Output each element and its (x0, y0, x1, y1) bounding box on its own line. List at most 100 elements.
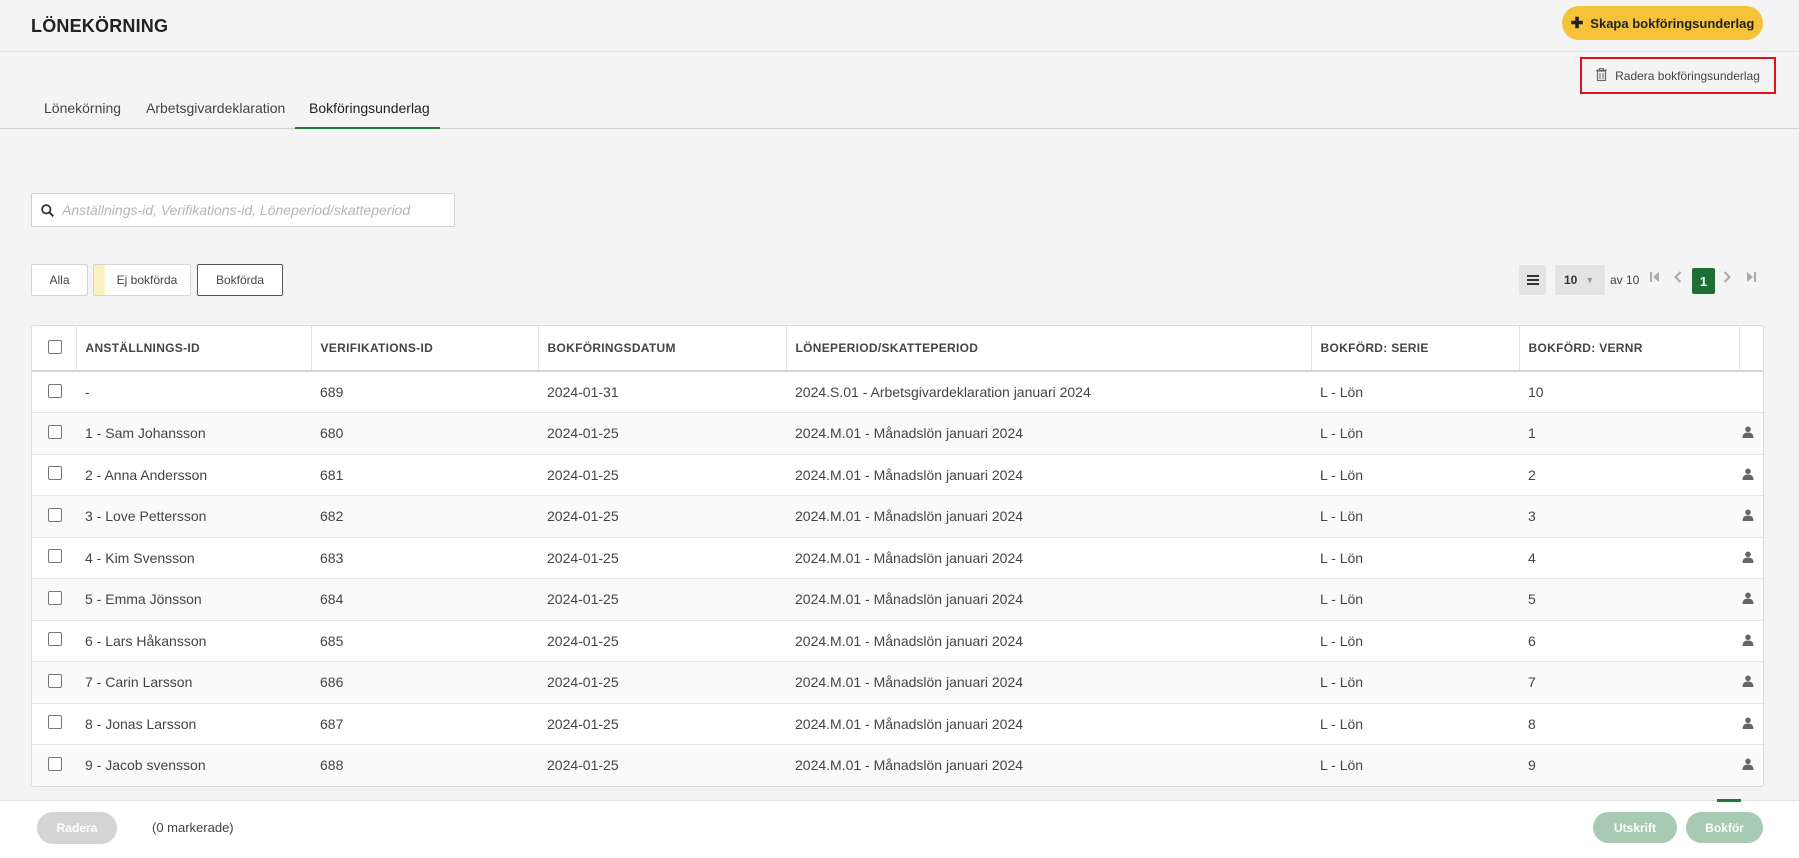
cell-vernr: 4 (1519, 537, 1739, 579)
cell-verification: 685 (311, 620, 538, 662)
cell-period: 2024.S.01 - Arbetsgivardeklaration janua… (786, 371, 1311, 413)
cell-period: 2024.M.01 - Månadslön januari 2024 (786, 537, 1311, 579)
first-page-icon[interactable] (1650, 271, 1660, 286)
user-icon[interactable] (1742, 467, 1754, 483)
next-page-icon[interactable] (1723, 271, 1731, 286)
cell-verification: 683 (311, 537, 538, 579)
row-select-cell (32, 537, 76, 579)
cell-employee: 4 - Kim Svensson (76, 537, 311, 579)
column-header-series[interactable]: BOKFÖRD: SERIE (1311, 326, 1520, 372)
tab-bokforingsunderlag[interactable]: Bokföringsunderlag (295, 100, 440, 129)
row-select-cell (32, 620, 76, 662)
cell-verification: 687 (311, 703, 538, 745)
column-header-period[interactable]: LÖNEPERIOD/SKATTEPERIOD (786, 326, 1312, 372)
trash-icon (1596, 67, 1608, 84)
cell-series: L - Lön (1311, 620, 1519, 662)
search-icon (32, 203, 62, 217)
row-select-cell (32, 744, 76, 786)
row-checkbox[interactable] (48, 466, 62, 481)
table-row[interactable]: 2 - Anna Andersson 681 2024-01-25 2024.M.01… (32, 454, 1763, 496)
print-button[interactable]: Utskrift (1593, 812, 1677, 843)
cell-series: L - Lön (1311, 454, 1519, 496)
row-checkbox[interactable] (48, 632, 62, 647)
cell-period: 2024.M.01 - Månadslön januari 2024 (786, 578, 1311, 621)
column-header-booking-date[interactable]: BOKFÖRINGSDATUM (538, 326, 787, 372)
user-icon[interactable] (1742, 716, 1754, 732)
user-icon[interactable] (1742, 757, 1754, 773)
delete-underlag-button[interactable]: Radera bokföringsunderlag (1580, 57, 1776, 94)
table-row[interactable]: 6 - Lars Håkansson 685 2024-01-25 2024.M.01… (32, 620, 1763, 662)
filter-unbooked-label: Ej bokförda (116, 273, 178, 287)
delete-selected-button[interactable]: Radera (37, 812, 117, 844)
cell-series: L - Lön (1311, 744, 1519, 786)
table-row[interactable]: -689 2024-01-31 2024.S.01 - Arbetsgivardek… (32, 371, 1763, 413)
cell-booking-date: 2024-01-25 (538, 495, 786, 538)
cell-booking-date: 2024-01-25 (538, 578, 786, 621)
filter-all[interactable]: Alla (31, 264, 88, 296)
table-row[interactable]: 3 - Love Pettersson 682 2024-01-25 2024.M.0… (32, 495, 1763, 538)
table-row[interactable]: 8 - Jonas Larsson 687 2024-01-25 2024.M.01 … (32, 703, 1763, 745)
cell-employee: 8 - Jonas Larsson (76, 703, 311, 745)
cell-verification: 686 (311, 661, 538, 704)
column-header-actions (1739, 326, 1763, 372)
search-input[interactable] (62, 202, 454, 218)
row-action-cell (1739, 578, 1763, 621)
user-icon[interactable] (1742, 633, 1754, 649)
cell-series: L - Lön (1311, 578, 1519, 621)
tab-arbetsgivardeklaration[interactable]: Arbetsgivardeklaration (146, 100, 285, 129)
cell-series: L - Lön (1311, 537, 1519, 579)
table-row[interactable]: 5 - Emma Jönsson 684 2024-01-25 2024.M.01 -… (32, 578, 1763, 621)
row-select-cell (32, 454, 76, 496)
user-icon[interactable] (1742, 550, 1754, 566)
row-checkbox[interactable] (48, 590, 62, 605)
cell-verification: 689 (311, 371, 538, 413)
cell-series: L - Lön (1311, 412, 1519, 455)
create-underlag-button[interactable]: ✚ Skapa bokföringsunderlag (1562, 6, 1763, 40)
footer-bar (0, 800, 1799, 858)
user-icon[interactable] (1742, 674, 1754, 690)
cell-verification: 682 (311, 495, 538, 538)
page-count-label: av 10 (1610, 273, 1640, 287)
cell-period: 2024.M.01 - Månadslön januari 2024 (786, 744, 1311, 786)
row-checkbox[interactable] (48, 383, 62, 398)
cell-vernr: 7 (1519, 661, 1739, 704)
row-checkbox[interactable] (48, 715, 62, 730)
row-action-cell (1739, 744, 1763, 786)
column-header-employee[interactable]: ANSTÄLLNINGS-ID (76, 326, 312, 372)
book-button[interactable]: Bokför (1686, 812, 1763, 843)
cell-vernr: 1 (1519, 412, 1739, 455)
tab-lonekorning[interactable]: Lönekörning (44, 100, 121, 129)
user-icon[interactable] (1742, 508, 1754, 524)
table-row[interactable]: 1 - Sam Johansson 680 2024-01-25 2024.M.01 … (32, 412, 1763, 455)
row-checkbox[interactable] (48, 673, 62, 688)
table-row[interactable]: 9 - Jacob svensson 688 2024-01-25 2024.M.01… (32, 744, 1763, 786)
prev-page-icon[interactable] (1674, 271, 1682, 286)
select-all-checkbox[interactable] (48, 339, 62, 354)
cell-verification: 688 (311, 744, 538, 786)
filter-unbooked[interactable]: Ej bokförda (93, 264, 191, 296)
table-row[interactable]: 4 - Kim Svensson 683 2024-01-25 2024.M.01 -… (32, 537, 1763, 579)
filter-booked[interactable]: Bokförda (197, 264, 283, 296)
current-page[interactable]: 1 (1692, 268, 1715, 294)
page-size-select[interactable]: 10 ▼ (1555, 265, 1605, 295)
user-icon[interactable] (1742, 591, 1754, 607)
row-checkbox[interactable] (48, 549, 62, 564)
user-icon[interactable] (1742, 425, 1754, 441)
cell-period: 2024.M.01 - Månadslön januari 2024 (786, 620, 1311, 662)
cell-series: L - Lön (1311, 703, 1519, 745)
cell-booking-date: 2024-01-25 (538, 703, 786, 745)
cell-period: 2024.M.01 - Månadslön januari 2024 (786, 703, 1311, 745)
column-header-verification[interactable]: VERIFIKATIONS-ID (311, 326, 539, 372)
row-checkbox[interactable] (48, 756, 62, 771)
row-checkbox[interactable] (48, 507, 62, 522)
cell-vernr: 3 (1519, 495, 1739, 538)
last-page-icon[interactable] (1746, 271, 1756, 286)
cell-employee: 5 - Emma Jönsson (76, 578, 311, 621)
chevron-down-icon: ▼ (1585, 275, 1595, 285)
list-view-icon[interactable] (1519, 265, 1546, 295)
table-row[interactable]: 7 - Carin Larsson 686 2024-01-25 2024.M.01 … (32, 661, 1763, 704)
row-action-cell (1739, 537, 1763, 579)
delete-underlag-label: Radera bokföringsunderlag (1615, 68, 1760, 83)
row-checkbox[interactable] (48, 424, 62, 439)
column-header-vernr[interactable]: BOKFÖRD: VERNR (1519, 326, 1740, 372)
